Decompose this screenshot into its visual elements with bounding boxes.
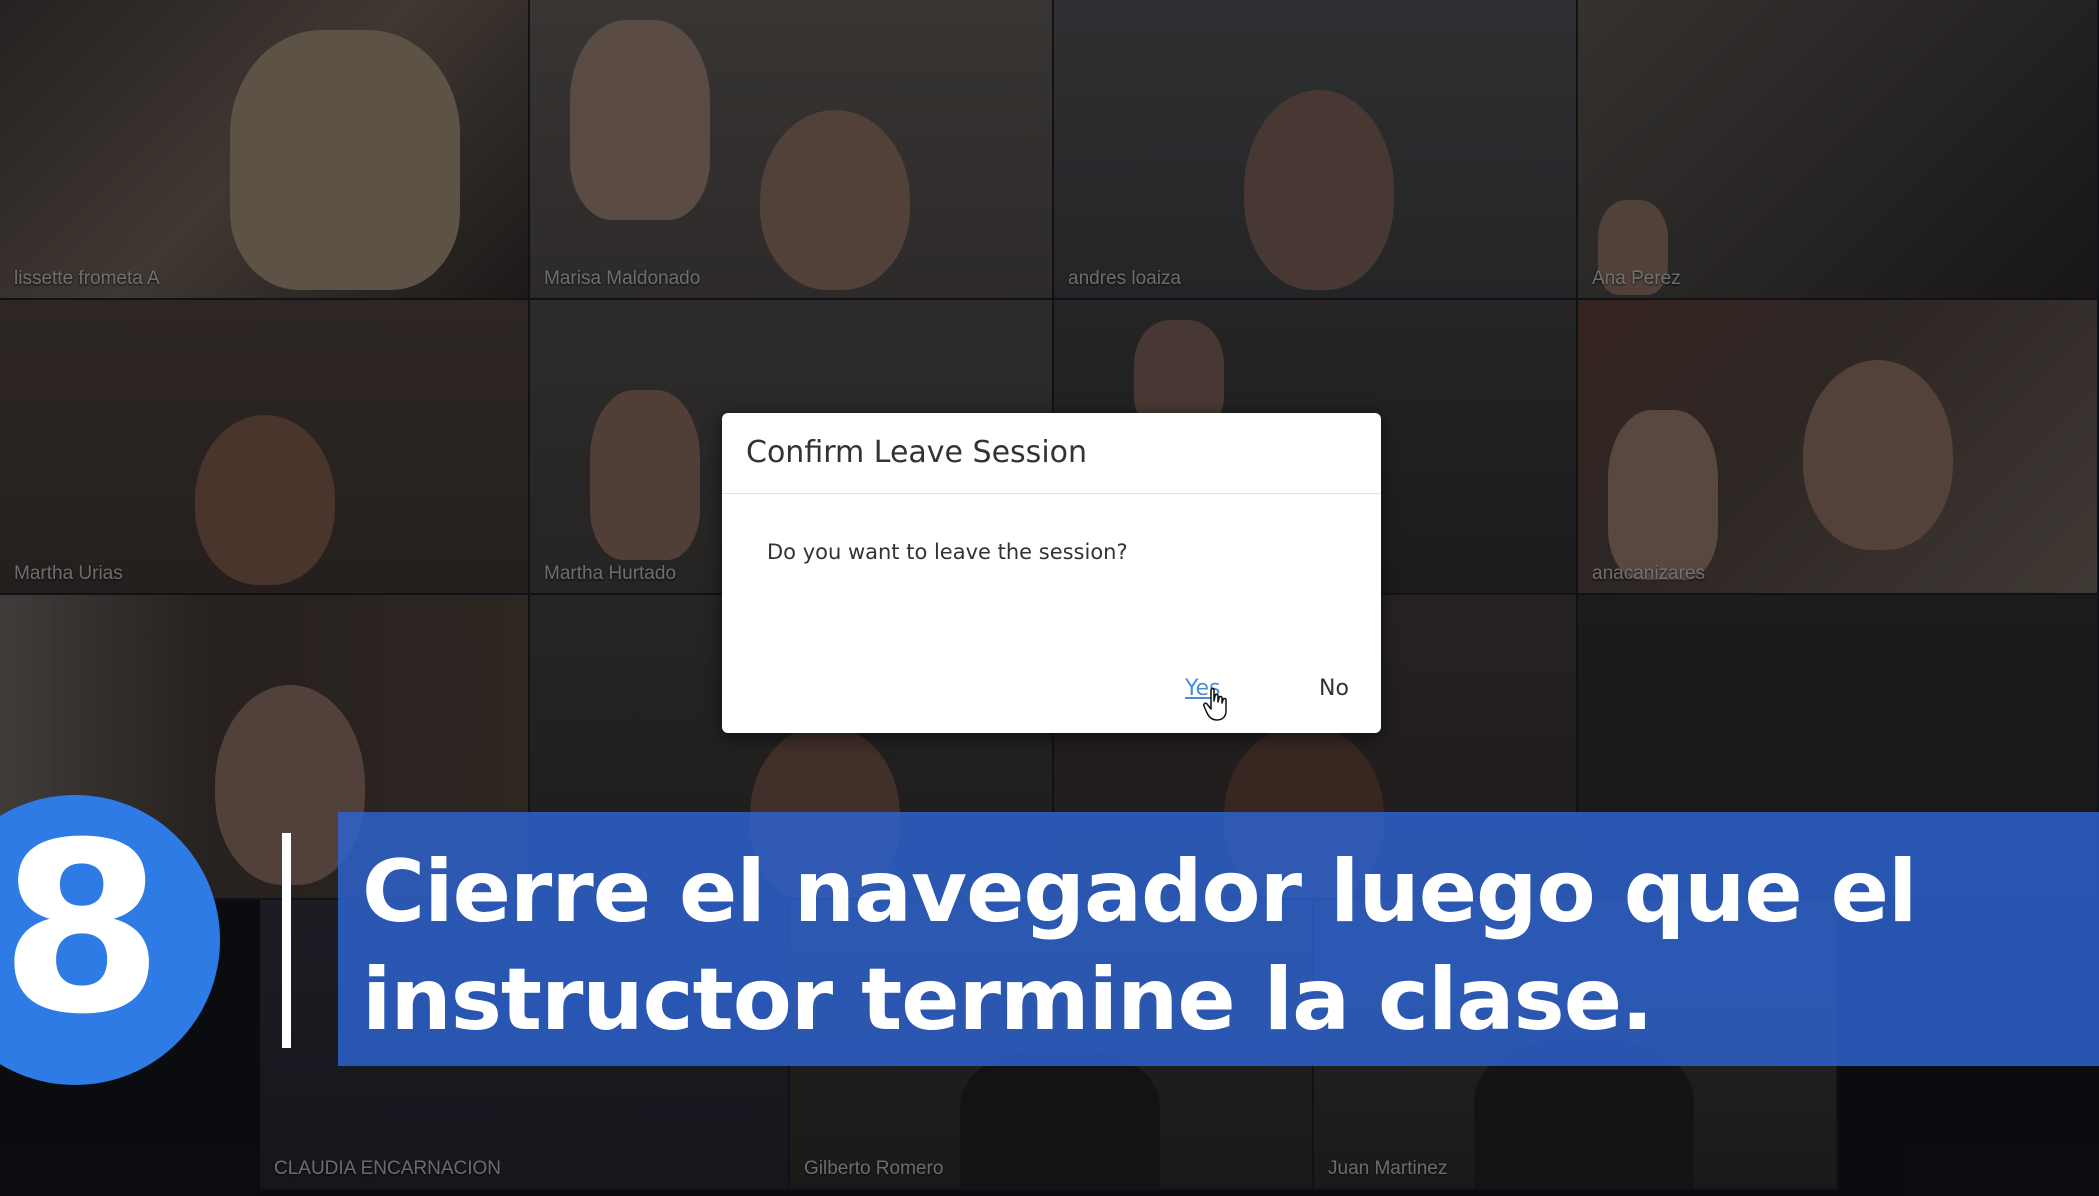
no-button[interactable]: No [1319, 676, 1349, 701]
caption-divider [282, 833, 291, 1048]
dialog-title: Confirm Leave Session [746, 435, 1088, 470]
hand-cursor-icon [1203, 687, 1227, 721]
dialog-message: Do you want to leave the session? [767, 540, 1128, 564]
confirm-leave-dialog: Confirm Leave Session Do you want to lea… [722, 413, 1381, 733]
step-caption: Cierre el navegador luego que el instruc… [362, 838, 1917, 1054]
caption-line-2: instructor termine la clase. [362, 950, 1654, 1050]
caption-line-1: Cierre el navegador luego que el [362, 842, 1917, 942]
step-number: 8 [0, 793, 164, 1066]
dialog-divider [722, 493, 1381, 494]
